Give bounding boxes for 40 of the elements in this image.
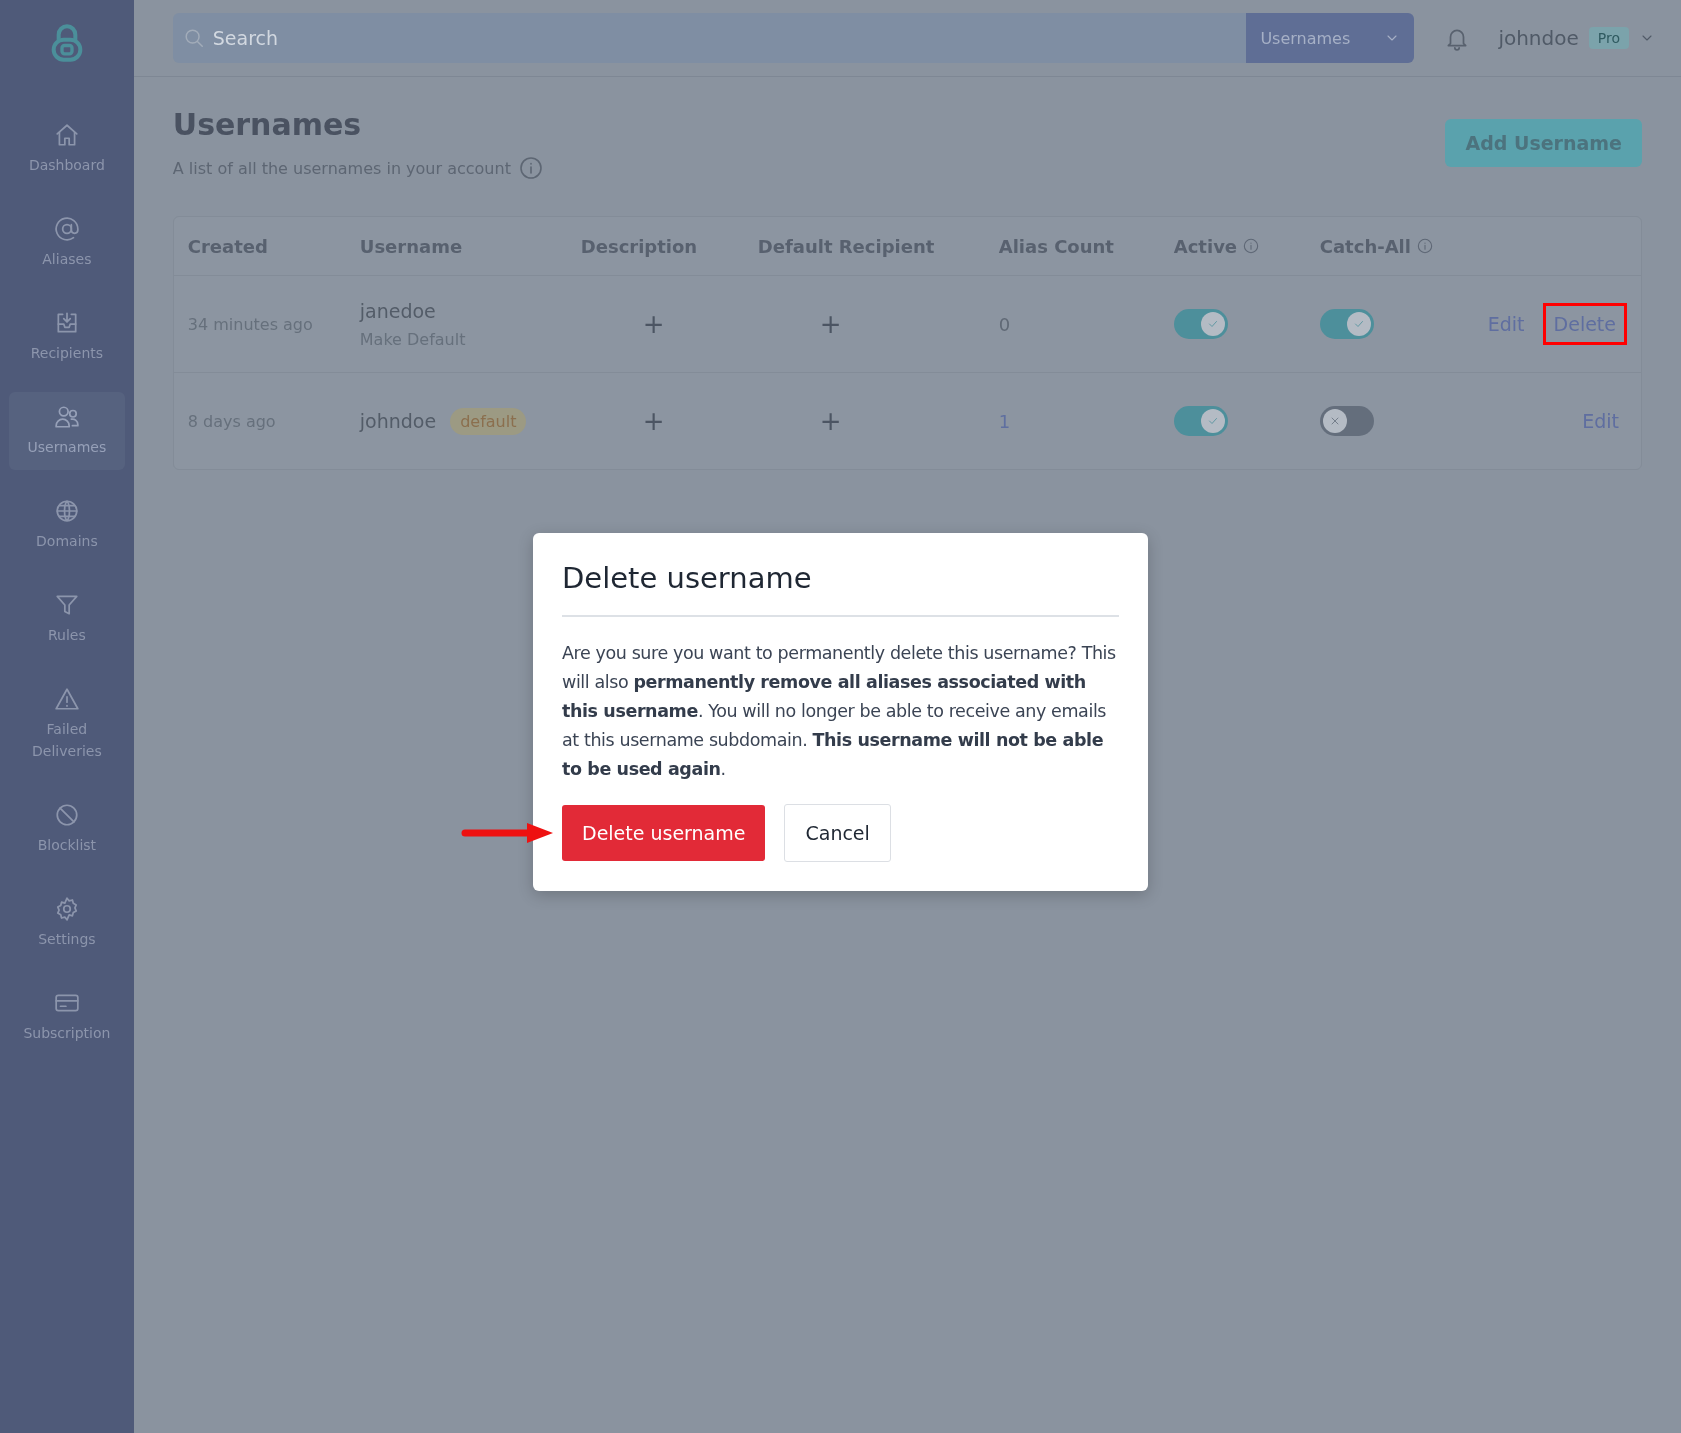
search-icon bbox=[182, 27, 205, 49]
dialog-title: Delete username bbox=[562, 561, 813, 595]
sidebar-item[interactable]: Rules bbox=[8, 580, 125, 658]
cancel-button[interactable]: Cancel bbox=[784, 804, 891, 862]
delete-button[interactable]: Delete username bbox=[562, 805, 766, 861]
page-title: Usernames bbox=[172, 107, 363, 142]
check-icon bbox=[1206, 415, 1219, 427]
warning-icon bbox=[53, 686, 80, 712]
toggle-switch[interactable] bbox=[1319, 309, 1374, 339]
info-icon bbox=[518, 156, 543, 180]
sidebar-item[interactable]: Usernames bbox=[8, 392, 125, 470]
sidebar-item[interactable]: Blocklist bbox=[8, 790, 125, 868]
blocked-icon bbox=[53, 802, 80, 828]
users-icon bbox=[53, 404, 80, 430]
sidebar-item[interactable]: Failed Deliveries bbox=[8, 674, 125, 774]
add-recipient-button[interactable]: + bbox=[757, 309, 842, 339]
sidebar-item[interactable]: Subscription bbox=[8, 978, 125, 1056]
toggle-switch[interactable] bbox=[1173, 406, 1228, 436]
add-recipient-button[interactable]: + bbox=[757, 406, 842, 436]
add-description-button[interactable]: + bbox=[580, 309, 665, 339]
sidebar-item[interactable]: Settings bbox=[8, 884, 125, 962]
dialog-message: Are you sure you want to permanently delete this username? This will also permanently remove all aliases associated with this username. You will no longer be able to receive any emails at this username subdomain. This username will not be able to be used again. bbox=[562, 642, 1117, 781]
toggle-switch[interactable] bbox=[1319, 406, 1374, 436]
sidebar-item[interactable]: Domains bbox=[8, 486, 125, 564]
add-description-button[interactable]: + bbox=[580, 406, 665, 436]
username: johndoe bbox=[359, 410, 437, 432]
user-menu[interactable]: johndoe Pro bbox=[1498, 26, 1655, 50]
username: janedoe bbox=[359, 299, 436, 322]
check-icon bbox=[1352, 318, 1365, 330]
plan-badge: Pro bbox=[1588, 27, 1629, 49]
toggle-switch[interactable] bbox=[1173, 309, 1228, 339]
info-icon bbox=[1243, 238, 1260, 254]
sidebar-item[interactable]: Recipients bbox=[8, 298, 125, 376]
sidebar-item[interactable]: Dashboard bbox=[8, 110, 125, 188]
at-sign-icon bbox=[53, 216, 80, 242]
check-icon bbox=[1206, 318, 1219, 330]
globe-icon bbox=[53, 498, 80, 524]
info-icon bbox=[1416, 238, 1433, 254]
sidebar-item[interactable]: Aliases bbox=[8, 204, 125, 282]
scope-dropdown[interactable]: Usernames bbox=[1246, 13, 1415, 63]
